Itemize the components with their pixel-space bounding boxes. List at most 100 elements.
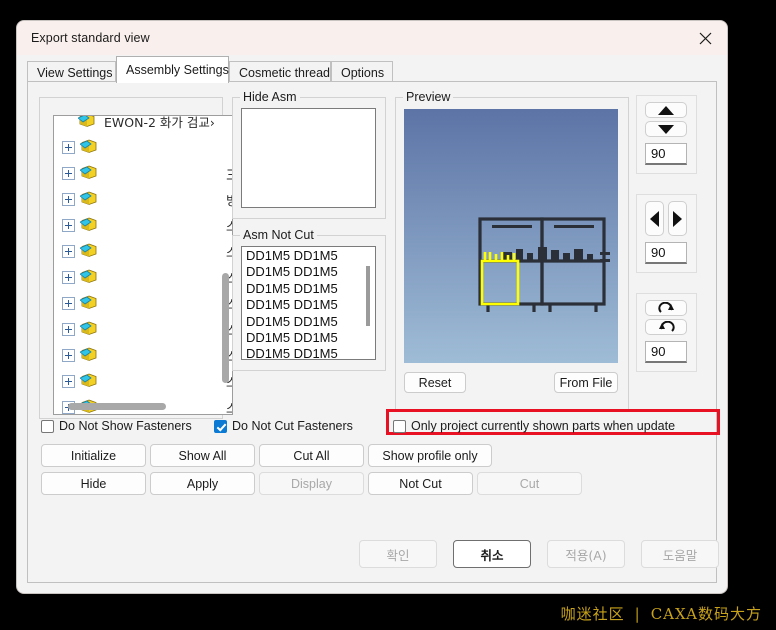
tree-item[interactable]: 스 bbox=[54, 212, 232, 238]
tree-item[interactable]: EWON-2 화가 검교› bbox=[54, 116, 232, 134]
expander-icon[interactable] bbox=[62, 348, 75, 362]
tab-view-settings[interactable]: View Settings bbox=[27, 61, 116, 83]
asm-not-cut-scroll-thumb[interactable] bbox=[366, 266, 370, 326]
list-item[interactable]: DD1M5 DD1M5 bbox=[242, 297, 361, 313]
assembly-icon bbox=[79, 346, 100, 364]
rotate-ccw-button[interactable] bbox=[645, 319, 687, 335]
button-label: Hide bbox=[80, 476, 107, 491]
tree-item[interactable]: 스 bbox=[54, 368, 232, 394]
triangle-down-icon bbox=[658, 124, 674, 134]
tree-item[interactable]: 스 bbox=[54, 342, 232, 368]
triangle-right-icon bbox=[673, 210, 682, 227]
list-item[interactable]: DD1M5 DD1M5 bbox=[242, 330, 361, 346]
asm-not-cut-group: Asm Not Cut DD1M5 DD1M5 DD1M5 DD1M5 DD1M… bbox=[232, 228, 386, 371]
tilt-value: 90 bbox=[651, 146, 666, 161]
title-bar: Export standard view bbox=[17, 21, 727, 55]
tilt-up-button[interactable] bbox=[645, 102, 687, 118]
tab-label: Cosmetic thread bbox=[239, 66, 331, 80]
assembly-tree[interactable]: EWON-2 화가 검교› bbox=[53, 115, 233, 415]
list-item[interactable]: DD1M5 DD1M5 bbox=[242, 346, 361, 359]
asm-not-cut-legend: Asm Not Cut bbox=[240, 228, 317, 242]
assembly-tree-clip: EWON-2 화가 검교› bbox=[54, 116, 232, 414]
hide-asm-legend: Hide Asm bbox=[240, 90, 300, 104]
from-file-label: From File bbox=[559, 375, 613, 390]
preview-canvas[interactable] bbox=[404, 109, 618, 363]
watermark: 咖迷社区 | CAXA数码大方 bbox=[561, 603, 762, 624]
tab-label: View Settings bbox=[37, 66, 113, 80]
show-all-button[interactable]: Show All bbox=[150, 444, 255, 467]
expander-icon[interactable] bbox=[62, 192, 75, 206]
horizontal-pan-group: 90 bbox=[636, 194, 697, 273]
pan-right-button[interactable] bbox=[668, 201, 687, 236]
watermark-separator: | bbox=[634, 604, 641, 623]
button-label: 도움말 bbox=[662, 547, 698, 563]
pan-value: 90 bbox=[651, 245, 666, 260]
button-label: Cut bbox=[519, 476, 540, 491]
checkbox-box[interactable] bbox=[214, 419, 227, 433]
apply-button[interactable]: Apply bbox=[150, 472, 255, 495]
tab-options[interactable]: Options bbox=[331, 61, 393, 83]
assembly-icon bbox=[79, 164, 100, 182]
list-item[interactable]: DD1M5 DD1M5 bbox=[242, 248, 361, 264]
cancel-button[interactable]: 취소 bbox=[453, 540, 531, 568]
from-file-button[interactable]: From File bbox=[554, 372, 618, 393]
tilt-value-field[interactable]: 90 bbox=[645, 143, 687, 165]
tree-vertical-scroll-thumb[interactable] bbox=[222, 273, 229, 383]
checkbox-box[interactable] bbox=[41, 419, 54, 433]
expander-icon[interactable] bbox=[62, 140, 75, 154]
pan-left-button[interactable] bbox=[645, 201, 664, 236]
expander-icon[interactable] bbox=[62, 296, 75, 310]
button-label: 적용(A) bbox=[565, 547, 607, 563]
tab-assembly-settings[interactable]: Assembly Settings bbox=[116, 56, 229, 83]
not-cut-button[interactable]: Not Cut bbox=[368, 472, 473, 495]
checkbox-only-project-currently-shown-parts[interactable]: Only project currently shown parts when … bbox=[393, 415, 675, 437]
tab-cosmetic-thread[interactable]: Cosmetic thread bbox=[229, 61, 331, 83]
tree-item[interactable]: 스 bbox=[54, 238, 232, 264]
tree-item[interactable]: 三 bbox=[54, 160, 232, 186]
assembly-tree-group: EWON-2 화가 검교› bbox=[39, 97, 233, 419]
list-item[interactable]: DD1M5 DD1M5 bbox=[242, 314, 361, 330]
pan-value-field[interactable]: 90 bbox=[645, 242, 687, 264]
cut-all-button[interactable]: Cut All bbox=[259, 444, 364, 467]
tree-item[interactable]: 스 bbox=[54, 316, 232, 342]
button-label: Show All bbox=[178, 448, 227, 463]
rotate-cw-button[interactable] bbox=[645, 300, 687, 316]
expander-icon[interactable] bbox=[62, 244, 75, 258]
tab-label: Options bbox=[341, 66, 385, 80]
asm-not-cut-scrollbar[interactable] bbox=[362, 248, 374, 358]
list-item[interactable]: DD1M5 DD1M5 bbox=[242, 264, 361, 280]
assembly-icon bbox=[77, 116, 98, 130]
expander-icon[interactable] bbox=[62, 374, 75, 388]
list-item[interactable]: DD1M5 DD1M5 bbox=[242, 281, 361, 297]
expander-icon[interactable] bbox=[62, 322, 75, 336]
reset-button[interactable]: Reset bbox=[404, 372, 466, 393]
expander-icon[interactable] bbox=[62, 218, 75, 232]
tree-item[interactable]: 빙 bbox=[54, 186, 232, 212]
tilt-down-button[interactable] bbox=[645, 121, 687, 137]
tree-vertical-scrollbar[interactable] bbox=[221, 118, 230, 412]
checkbox-box[interactable] bbox=[393, 419, 406, 433]
checkbox-label: Do Not Cut Fasteners bbox=[232, 419, 353, 433]
rotation-value-field[interactable]: 90 bbox=[645, 341, 687, 363]
assembly-icon bbox=[79, 242, 100, 260]
show-profile-only-button[interactable]: Show profile only bbox=[368, 444, 492, 467]
reset-label: Reset bbox=[418, 375, 452, 390]
rotation-value: 90 bbox=[651, 344, 666, 359]
initialize-button[interactable]: Initialize bbox=[41, 444, 146, 467]
tree-horizontal-scrollbar[interactable] bbox=[54, 402, 208, 411]
close-button[interactable] bbox=[683, 21, 727, 55]
hide-button[interactable]: Hide bbox=[41, 472, 146, 495]
expander-icon[interactable] bbox=[62, 166, 75, 180]
tree-item[interactable]: 스 bbox=[54, 264, 232, 290]
tree-item[interactable] bbox=[54, 134, 232, 160]
preview-group: Preview Reset From File bbox=[395, 90, 629, 411]
tree-horizontal-scroll-thumb[interactable] bbox=[68, 403, 166, 410]
checkbox-do-not-show-fasteners[interactable]: Do Not Show Fasteners bbox=[41, 415, 192, 437]
hide-asm-listbox[interactable] bbox=[241, 108, 376, 208]
tree-item[interactable]: 스 bbox=[54, 290, 232, 316]
expander-icon[interactable] bbox=[62, 270, 75, 284]
checkbox-do-not-cut-fasteners[interactable]: Do Not Cut Fasteners bbox=[214, 415, 353, 437]
button-label: Show profile only bbox=[382, 448, 478, 463]
rotate-ccw-icon bbox=[658, 320, 675, 332]
asm-not-cut-listbox[interactable]: DD1M5 DD1M5 DD1M5 DD1M5 DD1M5 DD1M5 DD1M… bbox=[241, 246, 376, 360]
